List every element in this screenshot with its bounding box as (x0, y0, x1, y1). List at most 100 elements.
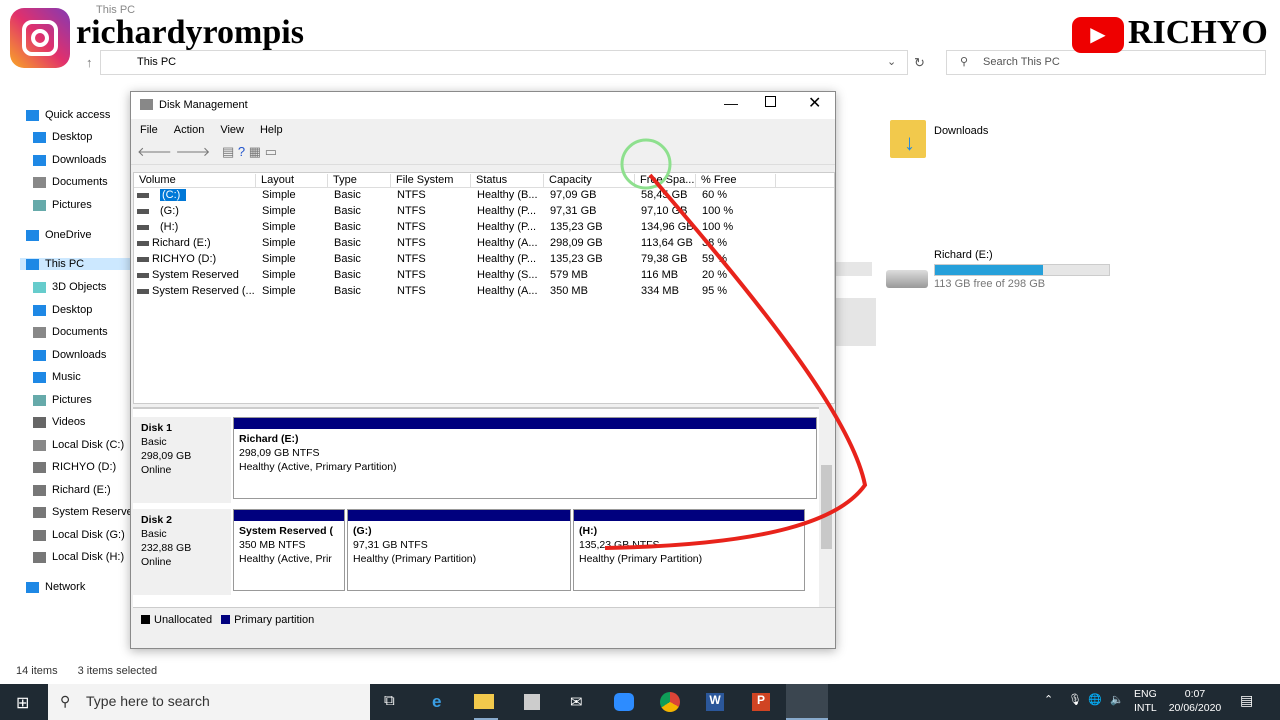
up-arrow-icon[interactable]: ↑ (86, 55, 93, 70)
nav-item[interactable]: Documents (52, 176, 108, 188)
youtube-logo-icon: ▶ (1072, 17, 1124, 53)
disk-label[interactable]: Disk 1 Basic 298,09 GB Online (133, 417, 231, 503)
drive-icon (33, 440, 46, 451)
microphone-icon[interactable]: 🎙 (1068, 693, 1082, 706)
nav-item[interactable]: System Reserve (52, 506, 133, 518)
disk-management-taskbar-icon[interactable] (786, 684, 828, 720)
nav-item[interactable]: Desktop (52, 304, 92, 316)
downloads-folder-label[interactable]: Downloads (934, 125, 988, 137)
nav-item[interactable]: Music (52, 371, 81, 383)
legend-primary: Primary partition (234, 614, 315, 626)
youtube-channel: RICHYO (1128, 14, 1268, 51)
table-cell: NTFS (397, 189, 426, 201)
drive-icon (33, 530, 46, 541)
nav-item[interactable]: 3D Objects (52, 281, 106, 293)
computer-icon (26, 259, 39, 270)
notifications-icon[interactable]: ▤ (1240, 692, 1253, 709)
store-icon[interactable] (524, 694, 540, 710)
address-bar[interactable]: This PC (100, 50, 908, 75)
column-header[interactable]: Status (471, 174, 544, 188)
table-cell: System Reserved (... (152, 285, 255, 297)
menu-help[interactable]: Help (260, 124, 283, 136)
back-icon[interactable]: 🡐 (137, 144, 172, 159)
properties-icon[interactable]: ▤ (222, 144, 234, 159)
nav-item[interactable]: Downloads (52, 349, 106, 361)
table-cell: Healthy (P... (477, 253, 537, 265)
task-view-icon[interactable]: ⧉ (384, 692, 395, 709)
powerpoint-icon[interactable]: P (752, 693, 770, 711)
clock[interactable]: 0:07 20/06/2020 (1160, 687, 1230, 715)
language-indicator[interactable]: ENG INTL (1134, 687, 1157, 715)
table-cell: (H:) (160, 221, 179, 233)
unallocated-swatch (141, 615, 150, 624)
column-header[interactable]: Layout (256, 174, 328, 188)
table-cell: Basic (334, 237, 361, 249)
nav-item[interactable]: Pictures (52, 394, 92, 406)
chrome-icon[interactable] (660, 692, 680, 712)
drive-icon (33, 462, 46, 473)
refresh-icon[interactable]: ↻ (914, 55, 925, 71)
nav-item[interactable]: Local Disk (G:) (52, 529, 125, 541)
nav-item[interactable]: Pictures (52, 199, 92, 211)
nav-item[interactable]: Network (45, 581, 85, 593)
partition-block[interactable]: (G:) 97,31 GB NTFS Healthy (Primary Partit… (347, 509, 571, 591)
tray-chevron-icon[interactable]: ⌃ (1044, 693, 1053, 706)
nav-item[interactable]: Local Disk (H:) (52, 551, 124, 563)
volume-icon (137, 225, 149, 230)
minimize-button[interactable]: — (724, 95, 738, 111)
drive-icon (33, 552, 46, 563)
volume-icon (137, 209, 149, 214)
edge-icon[interactable]: e (432, 692, 441, 712)
disk-name: Disk 1 (141, 422, 172, 434)
partition-bar (234, 510, 344, 521)
search-input[interactable]: Search This PC (946, 50, 1266, 75)
volume-icon[interactable]: 🔈 (1110, 693, 1124, 706)
video-icon (33, 417, 46, 428)
file-explorer-icon[interactable] (474, 684, 498, 720)
nav-item[interactable]: Local Disk (C:) (52, 439, 124, 451)
table-cell: Basic (334, 189, 361, 201)
disk-state: Online (141, 556, 172, 568)
table-cell: Simple (262, 253, 296, 265)
nav-item[interactable]: Documents (52, 326, 108, 338)
start-button[interactable]: ⊞ (16, 693, 29, 713)
nav-item[interactable]: Desktop (52, 131, 92, 143)
title-bar[interactable]: Disk Management — ✕ (131, 92, 835, 119)
help-icon[interactable]: ? (238, 144, 245, 159)
menu-file[interactable]: File (140, 124, 158, 136)
menu-action[interactable]: Action (174, 124, 205, 136)
column-header[interactable]: Volume (134, 174, 256, 188)
partition-block[interactable]: System Reserved (350 MB NTFS Healthy (Act… (233, 509, 345, 591)
nav-item[interactable]: Richard (E:) (52, 484, 111, 496)
nav-item[interactable]: Quick access (45, 109, 110, 121)
navigation-pane: Quick access Desktop Downloads Documents Pic… (0, 98, 133, 658)
nav-item[interactable]: RICHYO (D:) (52, 461, 116, 473)
drive-e-label[interactable]: Richard (E:) (934, 249, 993, 261)
menu-view[interactable]: View (220, 124, 244, 136)
zoom-icon[interactable] (614, 693, 634, 711)
chevron-down-icon[interactable]: ⌄ (887, 55, 896, 68)
table-cell: Basic (334, 221, 361, 233)
close-button[interactable]: ✕ (808, 93, 821, 113)
desktop-icon (33, 305, 46, 316)
nav-item[interactable]: OneDrive (45, 229, 91, 241)
volume-icon (137, 257, 149, 262)
maximize-button[interactable] (765, 96, 776, 107)
column-header[interactable]: File System (391, 174, 471, 188)
red-line (604, 173, 868, 550)
forward-icon[interactable]: 🡒 (176, 144, 211, 159)
nav-item[interactable]: Downloads (52, 154, 106, 166)
column-header[interactable]: Type (328, 174, 391, 188)
table-cell: (C:) (160, 189, 186, 201)
table-cell: NTFS (397, 237, 426, 249)
taskbar-search[interactable]: Type here to search (48, 684, 370, 720)
downloads-folder-icon[interactable]: ↓ (890, 120, 926, 158)
console-icon[interactable]: ▦ (249, 144, 261, 159)
table-cell: RICHYO (D:) (152, 253, 217, 265)
nav-item[interactable]: Videos (52, 416, 85, 428)
mail-icon[interactable]: ✉ (570, 693, 583, 711)
word-icon[interactable]: W (706, 693, 724, 711)
disk-label[interactable]: Disk 2 Basic 232,88 GB Online (133, 509, 231, 595)
settings-icon[interactable]: ▭ (265, 144, 277, 159)
network-icon[interactable]: 🌐 (1088, 693, 1102, 706)
